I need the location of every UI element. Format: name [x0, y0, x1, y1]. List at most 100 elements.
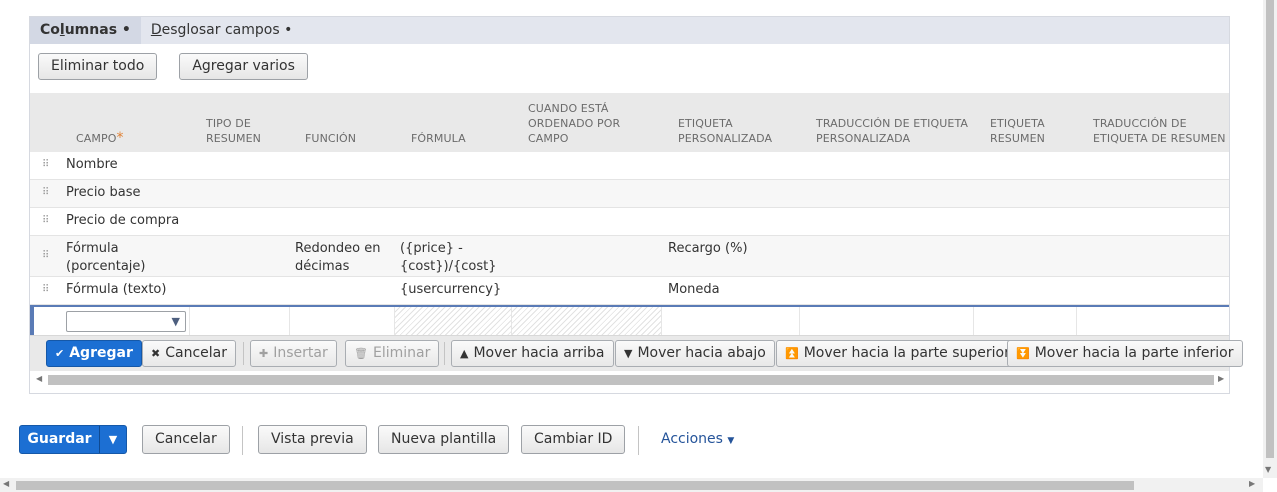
field-select[interactable]: ▼ — [66, 311, 186, 332]
col-translation-l1: TRADUCCIÓN DE ETIQUETA — [816, 117, 969, 130]
edit-cell-formula-disabled — [395, 307, 512, 335]
row-field: Precio base — [66, 185, 141, 200]
row-formula: ({price} - {cost})/{cost} — [400, 240, 496, 276]
scroll-left-arrow-icon[interactable]: ◀ — [3, 479, 9, 488]
row-formula: {usercurrency} — [400, 282, 502, 297]
col-field-label: CAMPO — [76, 132, 117, 145]
move-to-bottom-button[interactable]: ⏬ Mover hacia la parte inferior — [1007, 340, 1243, 367]
drag-handle-icon[interactable]: ⠿ — [42, 250, 49, 261]
table-row[interactable]: ⠿ Nombre — [30, 152, 1229, 180]
move-down-button[interactable]: ▼ Mover hacia abajo — [615, 340, 775, 367]
grid-horizontal-scrollbar[interactable]: ◀ ▶ — [30, 371, 1229, 389]
row-function: Redondeo en décimas — [295, 240, 380, 276]
vertical-scroll-thumb[interactable] — [1266, 0, 1274, 458]
preview-button[interactable]: Vista previa — [258, 425, 367, 454]
footer-divider — [242, 426, 243, 455]
col-summary-type-l2: RESUMEN — [206, 132, 261, 145]
subtab-columns[interactable]: Columnas • — [30, 17, 141, 44]
subtab-breakdown-fields[interactable]: Desglosar campos • — [141, 17, 302, 44]
drag-handle-icon[interactable]: ⠿ — [42, 284, 49, 295]
drag-handle-icon[interactable]: ⠿ — [42, 215, 49, 226]
horizontal-scrollbar[interactable]: ◀ ▶ — [0, 478, 1263, 492]
insert-row-button[interactable]: ✚ Insertar — [250, 340, 337, 367]
chevron-down-icon[interactable]: ▼ — [172, 315, 180, 328]
col-summary-trans-l1: TRADUCCIÓN DE — [1093, 117, 1187, 130]
subtab-columns-label-b: umnas • — [64, 22, 131, 38]
save-button[interactable]: Guardar — [20, 426, 100, 453]
action-divider — [444, 342, 445, 365]
col-header-summary-translation: TRADUCCIÓN DE ETIQUETA DE RESUMEN — [1093, 116, 1226, 146]
edit-cell-summary-type[interactable] — [190, 307, 290, 335]
move-to-top-button[interactable]: ⏫ Mover hacia la parte superior — [776, 340, 1019, 367]
cancel-button[interactable]: Cancelar — [142, 425, 230, 454]
grid-scroll-thumb[interactable] — [48, 375, 1214, 385]
horizontal-scroll-thumb[interactable] — [16, 481, 1134, 490]
col-summary-label-l1: ETIQUETA — [990, 117, 1045, 130]
col-header-field: CAMPO* — [76, 131, 124, 146]
row-field: Fórmula (porcentaje) — [66, 240, 145, 276]
checkmark-icon: ✔ — [55, 347, 65, 360]
grid-scroll-left-icon[interactable]: ◀ — [36, 374, 42, 383]
edit-cell-function[interactable] — [290, 307, 395, 335]
row-function-l1: Redondeo en — [295, 241, 381, 256]
scroll-right-arrow-icon[interactable]: ▶ — [1249, 479, 1255, 488]
col-header-sorted-by: CUANDO ESTÁ ORDENADO POR CAMPO — [528, 101, 620, 146]
vertical-scrollbar[interactable]: ▼ — [1263, 0, 1277, 478]
trash-icon: 🗑 — [354, 347, 368, 360]
row-custom-label: Moneda — [668, 282, 720, 297]
row-formula-l2: {cost})/{cost} — [400, 259, 497, 274]
move-to-top-icon: ⏫ — [785, 347, 799, 360]
edit-cell-custom-label[interactable] — [662, 307, 800, 335]
col-summary-label-l2: RESUMEN — [990, 132, 1045, 145]
col-header-summary-type: TIPO DE RESUMEN — [206, 116, 261, 146]
move-down-label: Mover hacia abajo — [637, 345, 766, 361]
cancel-row-button[interactable]: ✖ Cancelar — [142, 340, 236, 367]
row-field: Fórmula (texto) — [66, 282, 167, 297]
new-template-button[interactable]: Nueva plantilla — [378, 425, 510, 454]
col-sorted-l1: CUANDO ESTÁ — [528, 102, 609, 115]
edit-cell-summary-label[interactable] — [974, 307, 1077, 335]
drag-handle-icon[interactable]: ⠿ — [42, 159, 49, 170]
move-to-top-label: Mover hacia la parte superior — [803, 345, 1010, 361]
col-label-l1: ETIQUETA — [678, 117, 733, 130]
drag-handle-icon[interactable]: ⠿ — [42, 187, 49, 198]
edit-cell-translation[interactable] — [800, 307, 974, 335]
subtab-columns-label-a: Co — [40, 22, 60, 38]
grid-scroll-right-icon[interactable]: ▶ — [1218, 374, 1224, 383]
move-up-button[interactable]: ▲ Mover hacia arriba — [451, 340, 614, 367]
table-row[interactable]: ⠿ Fórmula (porcentaje) Redondeo en décimas… — [30, 236, 1229, 277]
subtab-breakdown-accesskey: D — [150, 22, 162, 38]
table-row[interactable]: ⠿ Precio base — [30, 180, 1229, 208]
edit-cell-summary-translation[interactable] — [1077, 307, 1229, 335]
plus-icon: ✚ — [259, 347, 269, 360]
add-multiple-button[interactable]: Agregar varios — [179, 53, 308, 80]
row-field: Nombre — [66, 157, 118, 172]
scroll-down-arrow-icon[interactable]: ▼ — [1265, 465, 1271, 474]
actions-menu[interactable]: Acciones ▼ — [661, 431, 734, 447]
move-up-label: Mover hacia arriba — [473, 345, 605, 361]
insert-row-label: Insertar — [273, 345, 328, 361]
row-function-l2: décimas — [295, 259, 350, 274]
table-row[interactable]: ⠿ Precio de compra — [30, 208, 1229, 236]
save-split-button[interactable]: Guardar ▼ — [19, 425, 127, 454]
add-row-button[interactable]: ✔ Agregar — [46, 340, 142, 367]
add-row-label: Agregar — [69, 345, 133, 361]
grid-header: CAMPO* TIPO DE RESUMEN FUNCIÓN FÓRMULA CU… — [30, 93, 1229, 152]
col-summary-type-l1: TIPO DE — [206, 117, 251, 130]
move-to-bottom-label: Mover hacia la parte inferior — [1034, 345, 1234, 361]
footer-divider — [638, 426, 639, 455]
arrow-down-icon: ▼ — [624, 347, 633, 360]
col-translation-l2: PERSONALIZADA — [816, 132, 911, 145]
col-summary-trans-l2: ETIQUETA DE RESUMEN — [1093, 132, 1226, 145]
subtab-breakdown-label: esglosar campos • — [161, 22, 293, 38]
actions-menu-label: Acciones — [661, 431, 723, 447]
col-header-custom-label: ETIQUETA PERSONALIZADA — [678, 116, 772, 146]
row-action-bar: ✔ Agregar ✖ Cancelar ✚ Insertar 🗑 Eliminar ▲… — [30, 335, 1243, 371]
table-row[interactable]: ⠿ Fórmula (texto) {usercurrency} Moneda — [30, 277, 1229, 305]
delete-row-label: Eliminar — [372, 345, 431, 361]
delete-row-button[interactable]: 🗑 Eliminar — [345, 340, 440, 367]
change-id-button[interactable]: Cambiar ID — [521, 425, 626, 454]
remove-all-button[interactable]: Eliminar todo — [38, 53, 158, 80]
new-row-editor: ▼ — [30, 305, 1229, 335]
save-dropdown-icon[interactable]: ▼ — [100, 426, 126, 453]
